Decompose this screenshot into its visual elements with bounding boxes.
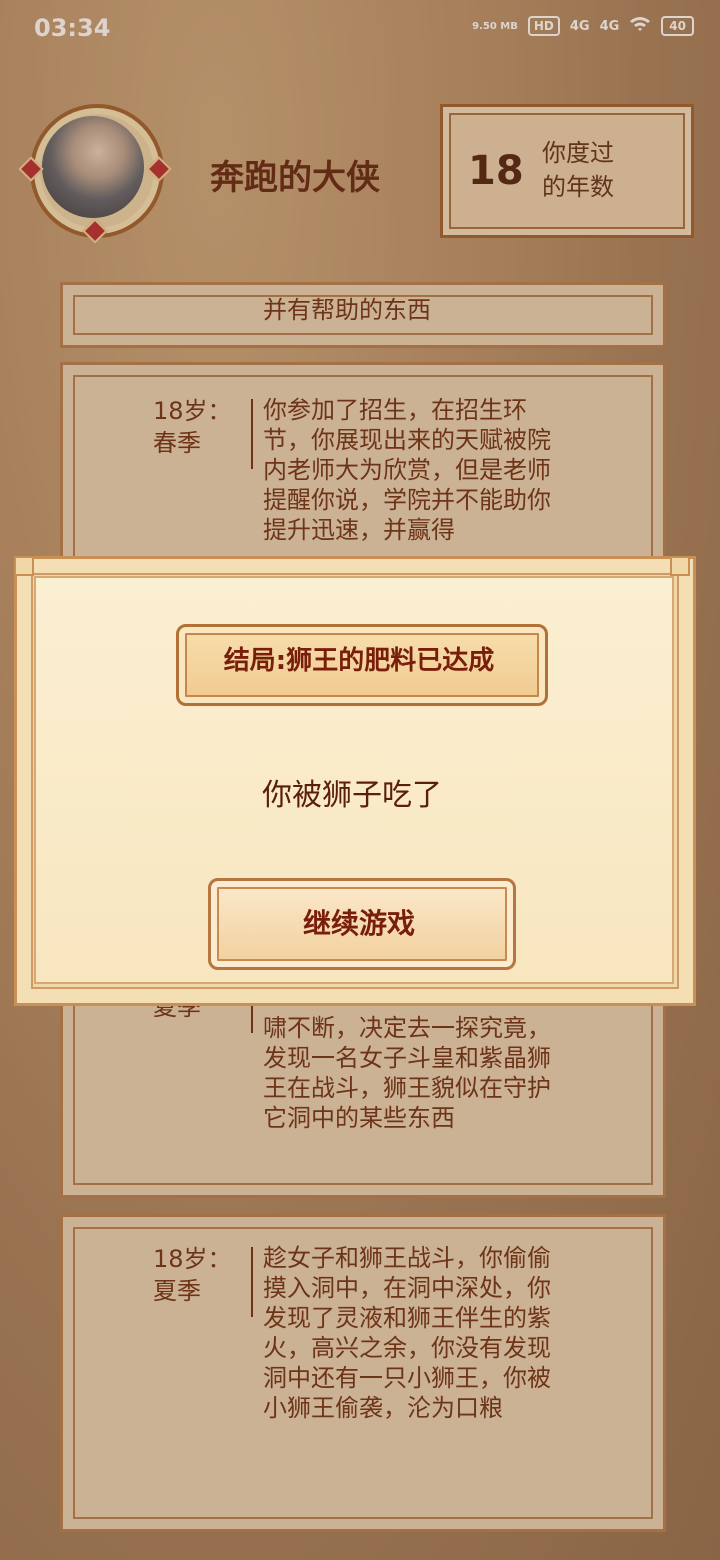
ending-title: 结局:狮王的肥料已达成 — [223, 646, 495, 676]
continue-game-label[interactable]: 继续游戏 — [208, 902, 510, 942]
ending-message: 你被狮子吃了 — [262, 778, 442, 813]
frame-corner — [670, 556, 690, 576]
frame-corner — [14, 556, 34, 576]
